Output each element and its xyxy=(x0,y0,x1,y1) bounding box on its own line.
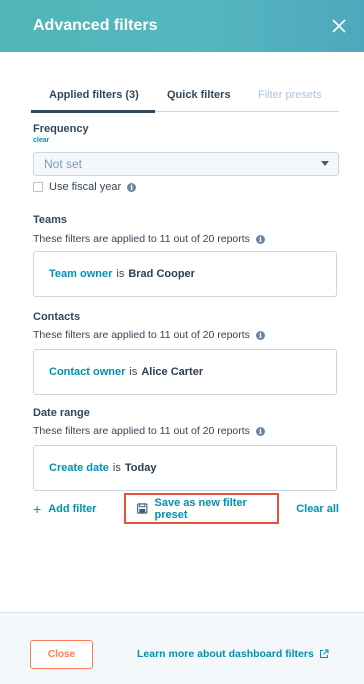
clear-all-button[interactable]: Clear all xyxy=(296,503,339,515)
panel-title: Advanced filters xyxy=(33,17,158,34)
plus-icon: + xyxy=(33,500,42,517)
learn-more-label: Learn more about dashboard filters xyxy=(137,648,314,660)
date-range-description: These filters are applied to 11 out of 2… xyxy=(33,425,265,437)
save-filter-preset-button[interactable]: Save as new filter preset xyxy=(124,493,279,524)
date-range-description-text: These filters are applied to 11 out of 2… xyxy=(33,425,250,437)
panel-header: Advanced filters xyxy=(0,0,364,52)
tab-quick-filters[interactable]: Quick filters xyxy=(167,89,231,112)
learn-more-link[interactable]: Learn more about dashboard filters xyxy=(137,648,329,660)
chevron-down-icon xyxy=(321,161,329,166)
teams-filter-card[interactable]: Team owner is Brad Cooper xyxy=(33,251,337,297)
save-filter-preset-label: Save as new filter preset xyxy=(154,496,247,521)
contacts-description-text: These filters are applied to 11 out of 2… xyxy=(33,329,250,341)
filter-value: Brad Cooper xyxy=(128,268,195,280)
add-filter-button[interactable]: + Add filter xyxy=(33,500,97,517)
fiscal-year-checkbox[interactable] xyxy=(33,182,43,192)
filter-value: Alice Carter xyxy=(141,366,204,378)
frequency-select[interactable]: Not set xyxy=(33,152,339,176)
filter-operator: is xyxy=(129,366,138,378)
external-link-icon xyxy=(319,649,329,658)
filter-actions: + Add filter Save as new filter preset C… xyxy=(0,493,364,527)
filter-property[interactable]: Team owner xyxy=(49,268,112,280)
contacts-label: Contacts xyxy=(33,311,81,323)
info-icon[interactable]: i xyxy=(255,426,265,436)
tab-filter-presets: Filter presets xyxy=(258,89,322,101)
info-icon[interactable]: i xyxy=(255,330,265,340)
frequency-label: Frequency xyxy=(33,123,89,135)
filter-property[interactable]: Create date xyxy=(49,462,109,474)
teams-label: Teams xyxy=(33,214,68,226)
date-range-label: Date range xyxy=(33,407,90,419)
filter-property[interactable]: Contact owner xyxy=(49,366,125,378)
close-button[interactable]: Close xyxy=(30,640,93,669)
filter-operator: is xyxy=(112,462,121,474)
contacts-description: These filters are applied to 11 out of 2… xyxy=(33,329,265,341)
save-icon xyxy=(137,503,148,514)
info-icon[interactable]: i xyxy=(255,234,265,244)
add-filter-label: Add filter xyxy=(48,503,97,515)
panel-footer: Close Learn more about dashboard filters xyxy=(0,612,364,684)
frequency-clear-link[interactable]: clear xyxy=(33,137,49,144)
tab-applied-filters[interactable]: Applied filters (3) xyxy=(31,89,155,113)
close-icon[interactable] xyxy=(328,15,350,37)
info-icon[interactable]: i xyxy=(127,182,137,192)
teams-description: These filters are applied to 11 out of 2… xyxy=(33,233,265,245)
filter-value: Today xyxy=(124,462,157,474)
fiscal-year-row: Use fiscal year i xyxy=(33,181,137,193)
contacts-filter-card[interactable]: Contact owner is Alice Carter xyxy=(33,349,337,395)
date-range-filter-card[interactable]: Create date is Today xyxy=(33,445,337,491)
filter-operator: is xyxy=(116,268,125,280)
filter-tabs: Applied filters (3) Quick filters Filter… xyxy=(31,84,339,113)
frequency-select-value: Not set xyxy=(44,157,83,171)
fiscal-year-label: Use fiscal year xyxy=(49,181,122,193)
teams-description-text: These filters are applied to 11 out of 2… xyxy=(33,233,250,245)
